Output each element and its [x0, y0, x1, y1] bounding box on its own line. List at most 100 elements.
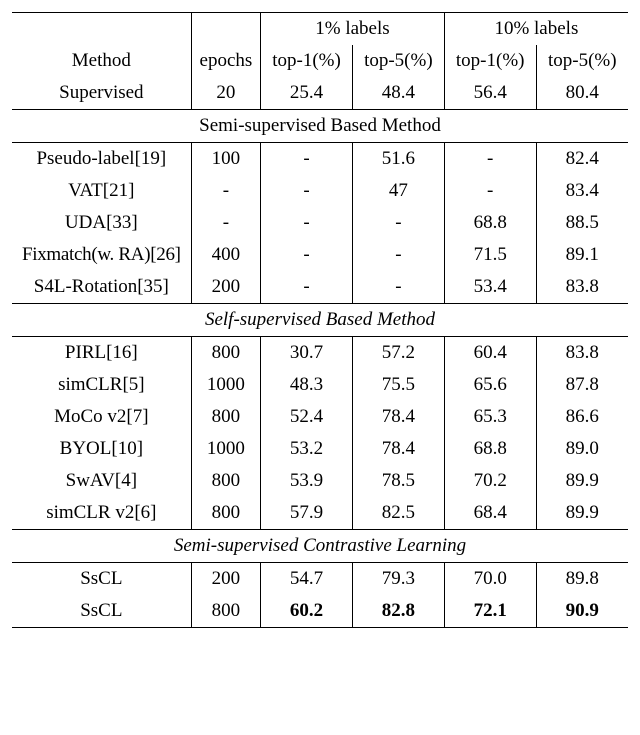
cell-val: - [261, 239, 353, 271]
cell-val: 89.9 [536, 497, 628, 530]
cell-epochs: 800 [191, 595, 260, 628]
col-10pct-top5: top-5(%) [536, 45, 628, 77]
section-self-supervised: Self-supervised Based Method [12, 304, 628, 337]
cell-epochs: 400 [191, 239, 260, 271]
col-group-1pct: 1% labels [261, 13, 445, 46]
table-row: UDA[33] - - - 68.8 88.5 [12, 207, 628, 239]
cell-val: 53.2 [261, 433, 353, 465]
cell-val: 51.6 [352, 143, 444, 176]
cell-val: - [352, 239, 444, 271]
cell-val: 78.5 [352, 465, 444, 497]
supervised-label: Supervised [12, 77, 191, 110]
cell-val: 88.5 [536, 207, 628, 239]
results-table: 1% labels 10% labels Method epochs top-1… [12, 12, 628, 628]
section-sscl: Semi-supervised Contrastive Learning [12, 530, 628, 563]
table-row: BYOL[10] 1000 53.2 78.4 68.8 89.0 [12, 433, 628, 465]
table-row: SsCL 200 54.7 79.3 70.0 89.8 [12, 563, 628, 596]
col-10pct-top1: top-1(%) [444, 45, 536, 77]
cell-method: BYOL[10] [12, 433, 191, 465]
cell-epochs: - [191, 207, 260, 239]
cell-method: SsCL [12, 563, 191, 596]
cell-method: S4L-Rotation[35] [12, 271, 191, 304]
cell-val: - [261, 207, 353, 239]
cell-val: 65.3 [444, 401, 536, 433]
cell-val: 68.4 [444, 497, 536, 530]
col-1pct-top1: top-1(%) [261, 45, 353, 77]
table-row: simCLR v2[6] 800 57.9 82.5 68.4 89.9 [12, 497, 628, 530]
table-row: simCLR[5] 1000 48.3 75.5 65.6 87.8 [12, 369, 628, 401]
cell-val: 60.2 [261, 595, 353, 628]
table-row: S4L-Rotation[35] 200 - - 53.4 83.8 [12, 271, 628, 304]
method-header: Method [12, 45, 191, 77]
cell-val: 70.0 [444, 563, 536, 596]
cell-val: 52.4 [261, 401, 353, 433]
cell-val: - [261, 271, 353, 304]
cell-method: simCLR v2[6] [12, 497, 191, 530]
cell-val: 83.8 [536, 271, 628, 304]
cell-val: 87.8 [536, 369, 628, 401]
cell-val: 82.4 [536, 143, 628, 176]
cell-val: 48.3 [261, 369, 353, 401]
cell-epochs: 200 [191, 563, 260, 596]
cell-epochs: - [191, 175, 260, 207]
cell-val: 83.8 [536, 337, 628, 370]
cell-method: UDA[33] [12, 207, 191, 239]
table-row: PIRL[16] 800 30.7 57.2 60.4 83.8 [12, 337, 628, 370]
cell-val: - [444, 175, 536, 207]
cell-val: 83.4 [536, 175, 628, 207]
table-row: MoCo v2[7] 800 52.4 78.4 65.3 86.6 [12, 401, 628, 433]
cell-val: 47 [352, 175, 444, 207]
cell-method: MoCo v2[7] [12, 401, 191, 433]
table-row: Pseudo-label[19] 100 - 51.6 - 82.4 [12, 143, 628, 176]
cell-val: 70.2 [444, 465, 536, 497]
cell-epochs: 800 [191, 401, 260, 433]
cell-val: - [352, 271, 444, 304]
cell-epochs: 100 [191, 143, 260, 176]
supervised-1-top1: 25.4 [261, 77, 353, 110]
cell-epochs: 800 [191, 465, 260, 497]
section-semi-supervised: Semi-supervised Based Method [12, 110, 628, 143]
supervised-epochs: 20 [191, 77, 260, 110]
cell-epochs: 1000 [191, 369, 260, 401]
cell-val: 89.9 [536, 465, 628, 497]
cell-val: 53.4 [444, 271, 536, 304]
supervised-10-top5: 80.4 [536, 77, 628, 110]
cell-epochs: 200 [191, 271, 260, 304]
cell-val: 75.5 [352, 369, 444, 401]
cell-val: 30.7 [261, 337, 353, 370]
col-group-10pct: 10% labels [444, 13, 628, 46]
cell-val: 71.5 [444, 239, 536, 271]
cell-val: 89.1 [536, 239, 628, 271]
supervised-1-top5: 48.4 [352, 77, 444, 110]
cell-val: - [444, 143, 536, 176]
cell-method: VAT[21] [12, 175, 191, 207]
header-blank2 [191, 13, 260, 46]
cell-method: Fixmatch(w. RA)[26] [12, 239, 191, 271]
cell-method: SwAV[4] [12, 465, 191, 497]
table-row: SsCL 800 60.2 82.8 72.1 90.9 [12, 595, 628, 628]
cell-val: 86.6 [536, 401, 628, 433]
header-blank [12, 13, 191, 46]
cell-val: - [261, 175, 353, 207]
cell-val: 68.8 [444, 207, 536, 239]
col-1pct-top5: top-5(%) [352, 45, 444, 77]
supervised-10-top1: 56.4 [444, 77, 536, 110]
cell-val: - [352, 207, 444, 239]
cell-epochs: 800 [191, 337, 260, 370]
cell-val: 79.3 [352, 563, 444, 596]
cell-method: SsCL [12, 595, 191, 628]
table-row: SwAV[4] 800 53.9 78.5 70.2 89.9 [12, 465, 628, 497]
cell-val: 68.8 [444, 433, 536, 465]
cell-val: 60.4 [444, 337, 536, 370]
cell-val: 89.0 [536, 433, 628, 465]
cell-val: 57.9 [261, 497, 353, 530]
cell-val: 54.7 [261, 563, 353, 596]
cell-epochs: 1000 [191, 433, 260, 465]
cell-val: 57.2 [352, 337, 444, 370]
cell-val: 78.4 [352, 433, 444, 465]
cell-method: simCLR[5] [12, 369, 191, 401]
cell-epochs: 800 [191, 497, 260, 530]
cell-val: - [261, 143, 353, 176]
cell-val: 82.8 [352, 595, 444, 628]
cell-val: 72.1 [444, 595, 536, 628]
